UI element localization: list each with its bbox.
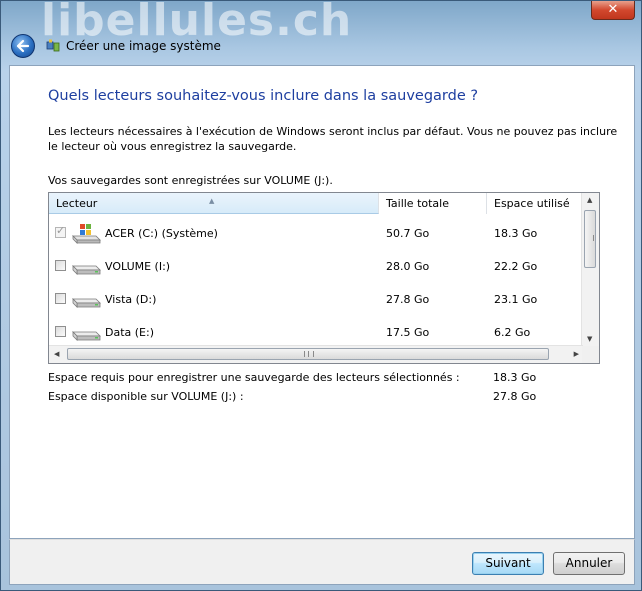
drive-checkbox[interactable] [55,224,66,238]
drive-total-size: 28.0 Go [386,260,430,273]
windows-drive-icon [72,224,101,244]
drive-list[interactable]: Lecteur ▲ Taille totale Espace utilisé ✓… [48,192,600,364]
drive-checkbox[interactable] [55,326,66,337]
drive-row[interactable]: VOLUME (I:) 28.0 Go 22.2 Go [49,250,583,283]
column-header-used-space-label: Espace utilisé [494,197,570,210]
vertical-scrollbar[interactable]: ▲ ▼ [581,193,599,346]
list-header: Lecteur ▲ Taille totale Espace utilisé [49,193,583,215]
horizontal-scrollbar[interactable]: ◀ ▶ [49,345,583,363]
drive-name: Vista (D:) [105,293,157,306]
scrollbar-corner [582,346,599,363]
scroll-up-icon[interactable]: ▲ [587,196,592,204]
grip-icon [304,351,314,357]
content-panel: Quels lecteurs souhaitez-vous inclure da… [9,65,635,539]
save-location-text: Vos sauvegardes sont enregistrées sur VO… [48,174,333,187]
required-space-value: 18.3 Go [493,371,537,384]
hard-drive-icon [72,331,101,341]
drive-row[interactable]: Vista (D:) 27.8 Go 23.1 Go [49,283,583,316]
drive-total-size: 27.8 Go [386,293,430,306]
drive-row[interactable]: ACER (C:) (Système) 50.7 Go 18.3 Go [49,217,583,250]
page-heading: Quels lecteurs souhaitez-vous inclure da… [48,88,479,104]
column-header-used-space[interactable]: Espace utilisé [487,193,583,214]
drive-used-space: 18.3 Go [494,227,538,240]
back-button[interactable] [11,34,35,58]
column-header-drive[interactable]: Lecteur ▲ [49,193,379,214]
back-arrow-icon [16,39,30,53]
drive-name: VOLUME (I:) [105,260,171,273]
required-space-label: Espace requis pour enregistrer une sauve… [48,371,460,384]
scroll-left-icon[interactable]: ◀ [54,350,59,358]
column-header-total-size[interactable]: Taille totale [379,193,487,214]
available-space-value: 27.8 Go [493,390,537,403]
drive-used-space: 22.2 Go [494,260,538,273]
button-bar: Suivant Annuler [9,539,635,585]
cancel-button[interactable]: Annuler [553,552,625,575]
drive-checkbox[interactable] [55,260,66,271]
drive-used-space: 23.1 Go [494,293,538,306]
hard-drive-icon [72,298,101,308]
backup-icon [46,39,60,52]
drive-name: ACER (C:) (Système) [105,227,218,240]
page-description: Les lecteurs nécessaires à l'exécution d… [48,125,618,153]
hard-drive-icon [72,265,101,275]
close-button[interactable]: ✕ [591,1,635,20]
next-button[interactable]: Suivant [472,552,544,575]
column-header-drive-label: Lecteur [56,197,98,210]
scroll-down-icon[interactable]: ▼ [587,335,592,343]
drive-checkbox[interactable] [55,293,66,304]
window-title: Créer une image système [66,39,221,53]
window-frame: libellules.ch ✕ Créer une image système … [0,0,642,591]
column-header-total-size-label: Taille totale [386,197,449,210]
vertical-scroll-thumb[interactable] [584,210,596,268]
available-space-label: Espace disponible sur VOLUME (J:) : [48,390,244,403]
drive-total-size: 50.7 Go [386,227,430,240]
sort-arrow-icon: ▲ [209,197,215,205]
scroll-right-icon[interactable]: ▶ [574,350,579,358]
horizontal-scroll-thumb[interactable] [67,348,549,360]
